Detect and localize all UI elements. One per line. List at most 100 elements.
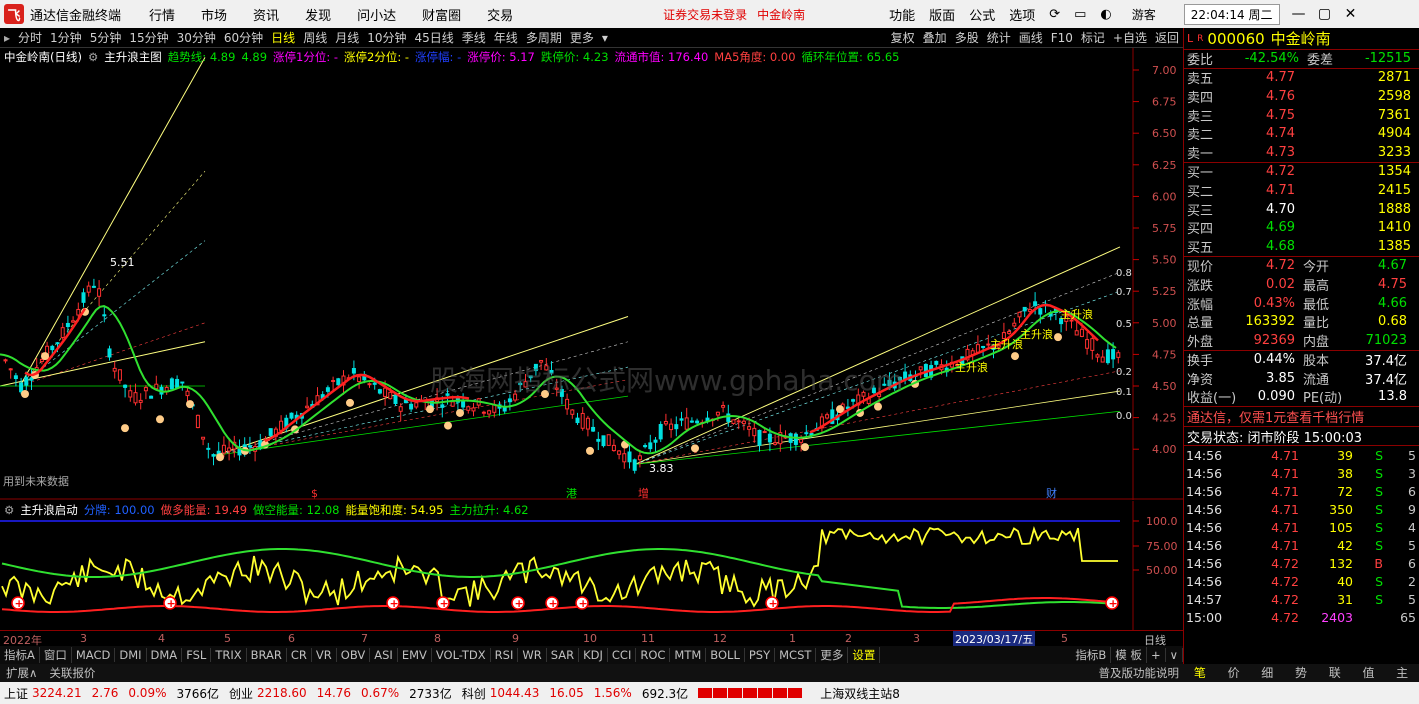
bid-row[interactable]: 买一 4.72 1354 [1184, 163, 1419, 181]
tool-zixuan[interactable]: +自选 [1113, 29, 1147, 46]
tab-zhu[interactable]: 主 [1385, 664, 1419, 682]
lower-indicator-name[interactable]: 主升浪启动 [20, 502, 78, 518]
tab-item[interactable]: SAR [547, 648, 580, 662]
help-button[interactable]: 普及版功能说明 [1095, 665, 1184, 681]
period-45day[interactable]: 45日线 [415, 29, 454, 46]
period-10min[interactable]: 10分钟 [367, 29, 406, 46]
period-more[interactable]: 更多 [570, 29, 594, 46]
ask-row[interactable]: 卖四 4.76 2598 [1184, 87, 1419, 106]
period-quarter[interactable]: 季线 [462, 29, 486, 46]
level-icon[interactable]: L [1187, 32, 1193, 45]
maximize-icon[interactable]: ▢ [1312, 6, 1338, 22]
tab-item[interactable]: ASI [370, 648, 398, 662]
period-fenshi[interactable]: 分时 [18, 29, 42, 46]
tab-item[interactable]: BOLL [706, 648, 745, 662]
menu-jiaoyi[interactable]: 交易 [487, 5, 513, 24]
tool-huaxian[interactable]: 画线 [1019, 29, 1043, 46]
tab-item[interactable]: DMA [147, 648, 183, 662]
tab-settings[interactable]: 设置 [848, 647, 881, 663]
minimize-icon[interactable]: — [1286, 6, 1312, 22]
close-icon[interactable]: ✕ [1338, 6, 1364, 22]
marker-cai[interactable]: 财 [1046, 486, 1057, 500]
sh-index-name[interactable]: 上证 [4, 685, 28, 702]
period-1min[interactable]: 1分钟 [50, 29, 82, 46]
bid-row[interactable]: 买五 4.68 1385 [1184, 237, 1419, 256]
menu-shichang[interactable]: 市场 [201, 5, 227, 24]
tool-duogu[interactable]: 多股 [955, 29, 979, 46]
tool-diejia[interactable]: 叠加 [923, 29, 947, 46]
tab-item[interactable]: MACD [72, 648, 116, 662]
bid-row[interactable]: 买二 4.71 2415 [1184, 181, 1419, 200]
refresh-icon[interactable]: ⟳ [1049, 7, 1060, 22]
menu-zixun[interactable]: 资讯 [253, 5, 279, 24]
candlestick-chart[interactable]: 7.00 6.75 6.50 6.25 6.00 5.75 5.50 5.25 5.00 4.75… [0, 48, 1183, 500]
tool-tongji[interactable]: 统计 [987, 29, 1011, 46]
screen-icon[interactable]: ▭ [1074, 7, 1086, 22]
menu-xuanxiang[interactable]: 选项 [1009, 5, 1035, 24]
period-15min[interactable]: 15分钟 [129, 29, 168, 46]
ask-row[interactable]: 卖五 4.77 2871 [1184, 69, 1419, 87]
menu-banmian[interactable]: 版面 [929, 5, 955, 24]
tab-item[interactable]: 更多 [816, 647, 849, 663]
menu-wenxiaoda[interactable]: 问小达 [357, 5, 396, 24]
period-monthly[interactable]: 月线 [335, 29, 359, 46]
menu-caifuquan[interactable]: 财富圈 [422, 5, 461, 24]
tab-add[interactable]: + [1147, 648, 1166, 662]
tool-fuquan[interactable]: 复权 [891, 29, 915, 46]
period-daily[interactable]: 日线 [271, 29, 295, 46]
period-year[interactable]: 年线 [494, 29, 518, 46]
ask-row[interactable]: 卖三 4.75 7361 [1184, 106, 1419, 125]
tab-item[interactable]: ROC [636, 648, 671, 662]
bid-row[interactable]: 买三 4.70 1888 [1184, 200, 1419, 219]
related-quote-button[interactable]: 关联报价 [43, 665, 101, 681]
formula-name[interactable]: 主升浪主图 [104, 49, 162, 65]
menu-gongneng[interactable]: 功能 [889, 5, 915, 24]
tab-collapse[interactable]: ∨ [1166, 648, 1183, 662]
tab-item[interactable]: OBV [337, 648, 371, 662]
promo-link[interactable]: 通达信，仅需1元查看千档行情 [1184, 406, 1419, 426]
tab-item[interactable]: DMI [115, 648, 147, 662]
tab-template[interactable]: 模 板 [1111, 647, 1147, 663]
tab-xi[interactable]: 细 [1250, 664, 1284, 682]
expand-button[interactable]: 扩展∧ [0, 665, 43, 681]
oscillator-chart[interactable]: 100.0 75.00 50.00 + + + + + + + + + [0, 501, 1183, 630]
period-multi[interactable]: 多周期 [526, 29, 562, 46]
server-status[interactable]: 上海双线主站8 [820, 685, 900, 702]
period-60min[interactable]: 60分钟 [224, 29, 263, 46]
marker-zeng[interactable]: 增 [638, 486, 649, 500]
skin-icon[interactable]: ◐ [1100, 7, 1111, 22]
marker-dollar[interactable]: $ [311, 487, 318, 500]
period-arrow-icon[interactable]: ▸ [4, 31, 10, 45]
menu-hangqing[interactable]: 行情 [149, 5, 175, 24]
cy-index-name[interactable]: 创业 [229, 685, 253, 702]
tab-item[interactable]: CR [287, 648, 312, 662]
tab-item[interactable]: TRIX [211, 648, 247, 662]
menu-faxian[interactable]: 发现 [305, 5, 331, 24]
tab-lian[interactable]: 联 [1318, 664, 1352, 682]
chart-title[interactable]: 中金岭南(日线) [4, 49, 82, 65]
ask-row[interactable]: 卖一 4.73 3233 [1184, 143, 1419, 162]
tab-item[interactable]: FSL [182, 648, 212, 662]
tab-item[interactable]: RSI [491, 648, 519, 662]
formula-settings-icon[interactable]: ⚙ [88, 50, 98, 64]
period-weekly[interactable]: 周线 [303, 29, 327, 46]
r-icon[interactable]: R [1197, 34, 1203, 44]
tab-item[interactable]: CCI [608, 648, 637, 662]
tab-item[interactable]: MTM [670, 648, 707, 662]
tool-biaoji[interactable]: 标记 [1081, 29, 1105, 46]
ask-row[interactable]: 卖二 4.74 4904 [1184, 124, 1419, 143]
user-label[interactable]: 游客 [1132, 6, 1156, 23]
period-30min[interactable]: 30分钟 [177, 29, 216, 46]
tool-f10[interactable]: F10 [1051, 31, 1073, 45]
tick-list[interactable]: 14:56 4.71 39 S 5 14:56 4.71 38 S 3 14:56 4.71 72 S… [1184, 445, 1419, 626]
tab-zhi[interactable]: 值 [1352, 664, 1386, 682]
lower-settings-icon[interactable]: ⚙ [4, 503, 14, 517]
tab-item[interactable]: PSY [745, 648, 776, 662]
kc-index-name[interactable]: 科创 [462, 685, 486, 702]
period-5min[interactable]: 5分钟 [90, 29, 122, 46]
login-notice[interactable]: 证券交易未登录 [663, 6, 747, 23]
tab-item[interactable]: WR [518, 648, 547, 662]
tab-item[interactable]: 窗口 [40, 647, 72, 663]
tool-fanhui[interactable]: 返回 [1155, 29, 1179, 46]
marker-gang[interactable]: 港 [566, 487, 577, 500]
